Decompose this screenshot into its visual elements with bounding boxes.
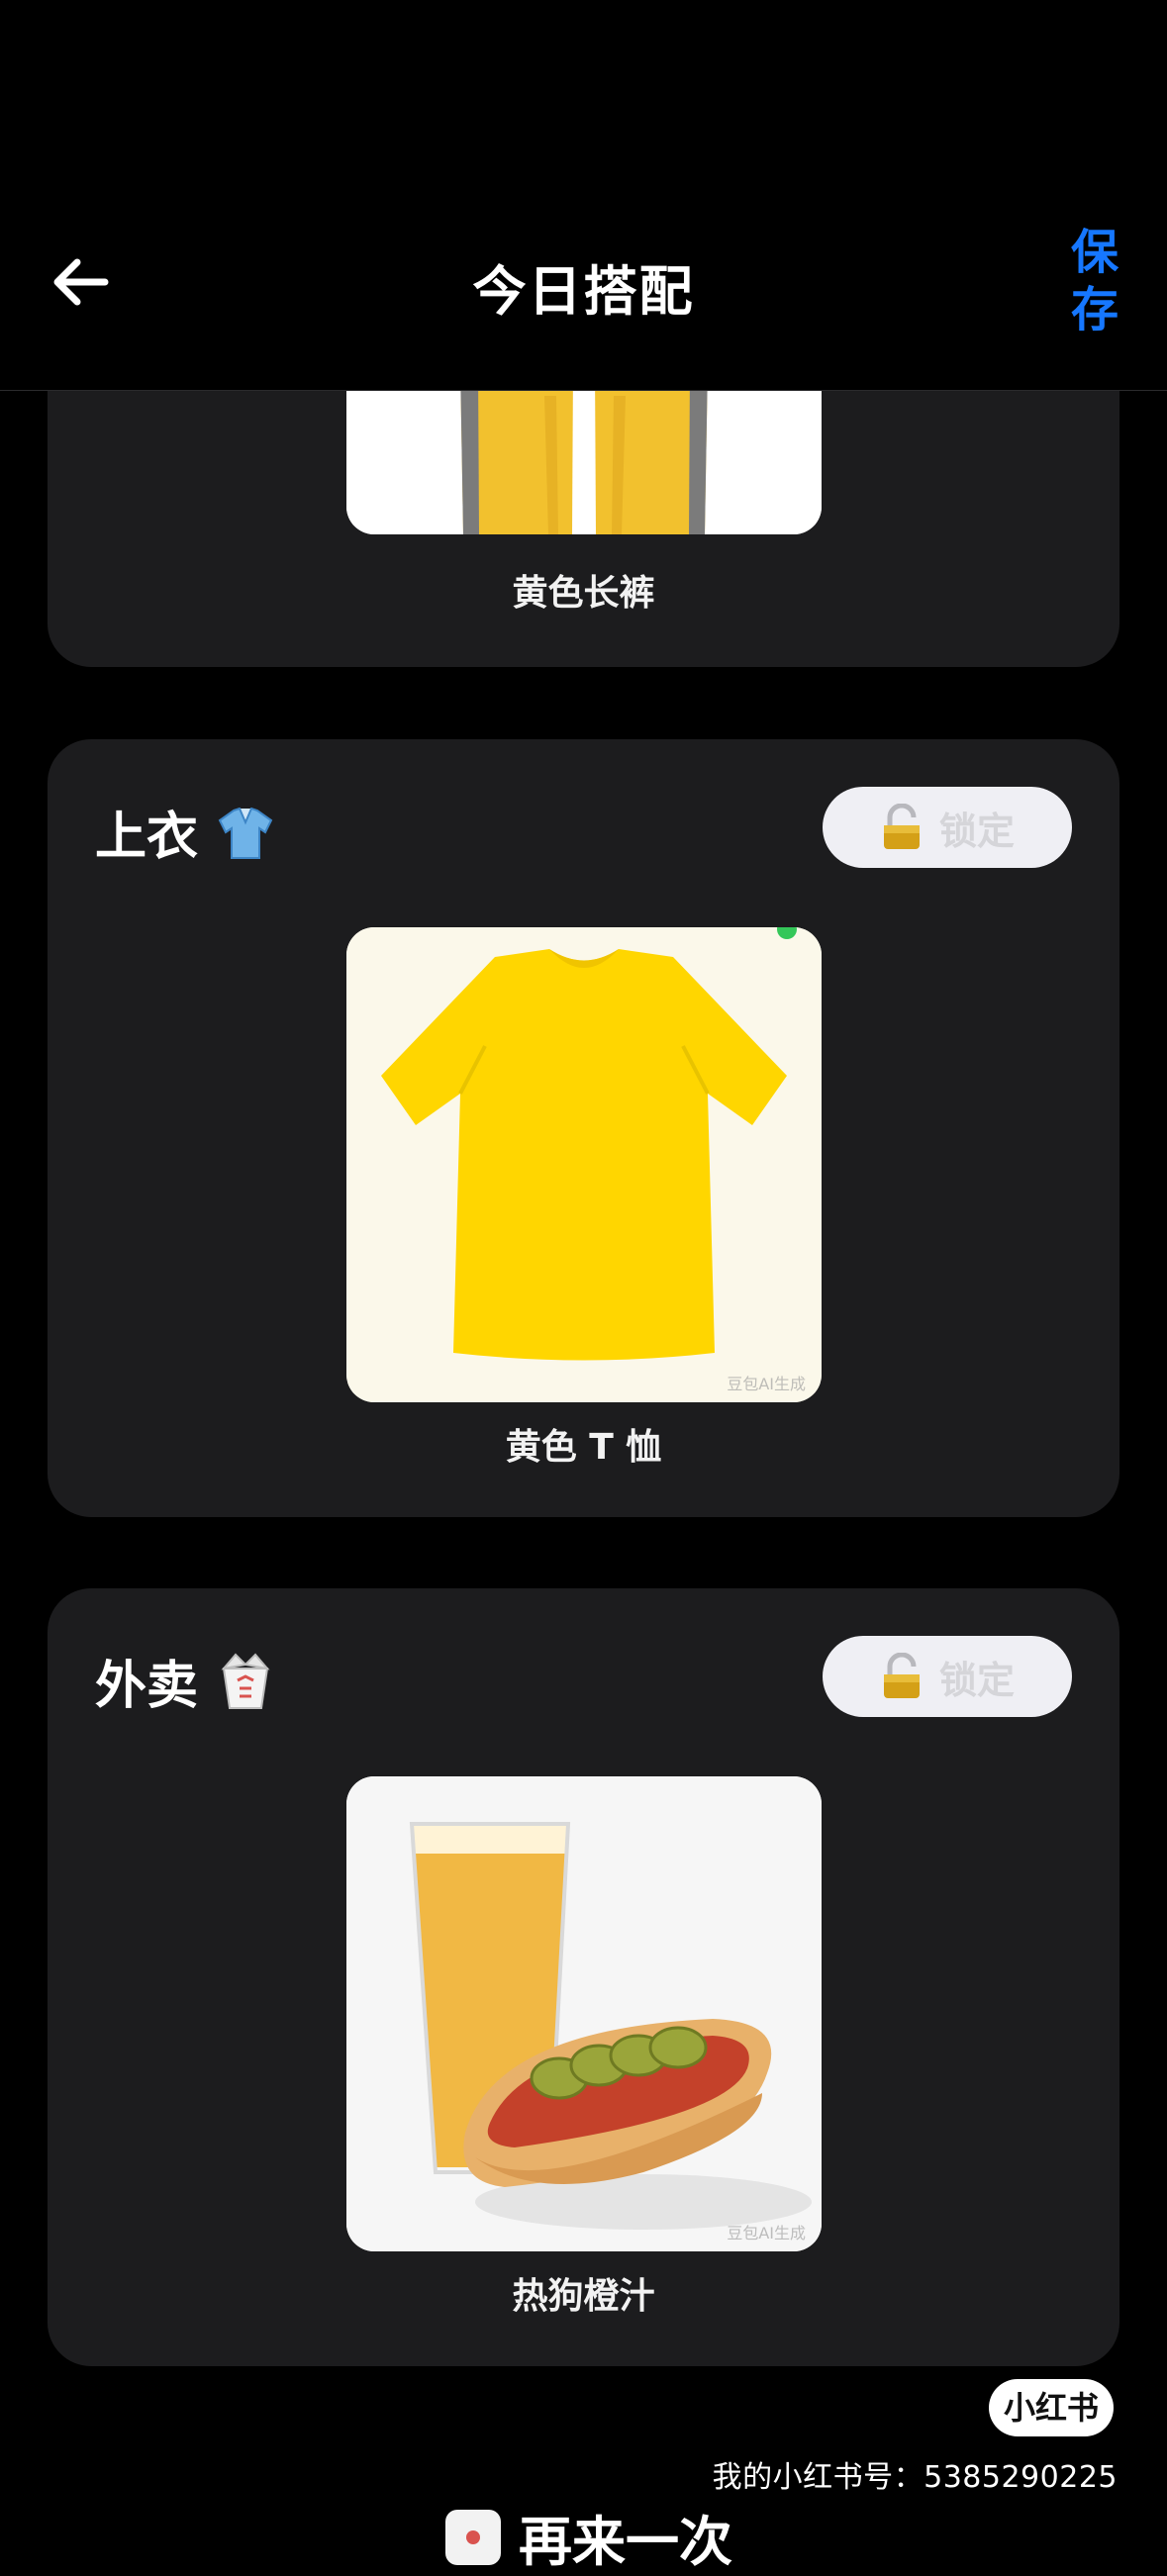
brand-badge: 小红书 [989, 2379, 1114, 2436]
reroll-button[interactable]: 再来一次 [441, 2498, 732, 2576]
lock-open-icon [883, 804, 920, 849]
top-section-card: 上衣 锁定 豆包AI生成 黄色 T 恤 [48, 739, 1119, 1517]
lock-button-label: 锁定 [938, 1658, 1015, 1702]
polo-shirt-icon [218, 807, 273, 859]
image-watermark: 豆包AI生成 [727, 1375, 806, 1393]
tshirt-image[interactable]: 豆包AI生成 [346, 927, 822, 1402]
lock-open-icon [883, 1653, 920, 1698]
lock-button-takeout[interactable]: 锁定 [823, 1636, 1072, 1717]
account-id-text: 我的小红书号：5385290225 [712, 2460, 1118, 2495]
section-title-text: 外卖 [95, 1657, 199, 1716]
food-label: 热狗橙汁 [512, 2276, 655, 2317]
top-bar: 今日搭配 保存 [0, 0, 1167, 391]
takeout-section-card: 外卖 锁定 豆包AI生成 热狗橙汁 [48, 1588, 1119, 2366]
section-title-takeout: 外卖 [95, 1644, 275, 1718]
pants-card: 黄色长裤 [48, 0, 1119, 667]
lock-button-label: 锁定 [938, 809, 1015, 853]
dice-icon [445, 2509, 501, 2565]
hotdog-drink-illustration [346, 1776, 822, 2251]
section-title-top: 上衣 [95, 795, 275, 869]
page-title: 今日搭配 [472, 260, 695, 323]
reroll-label: 再来一次 [519, 2511, 732, 2573]
tshirt-label: 黄色 T 恤 [505, 1427, 662, 1468]
takeout-box-icon [221, 1653, 270, 1709]
save-button[interactable]: 保存 [1065, 224, 1124, 338]
section-title-text: 上衣 [95, 808, 199, 867]
lock-button-top[interactable]: 锁定 [823, 787, 1072, 868]
image-watermark: 豆包AI生成 [727, 2224, 806, 2242]
tshirt-illustration [346, 927, 822, 1402]
pants-label: 黄色长裤 [512, 573, 655, 614]
food-image[interactable]: 豆包AI生成 [346, 1776, 822, 2251]
